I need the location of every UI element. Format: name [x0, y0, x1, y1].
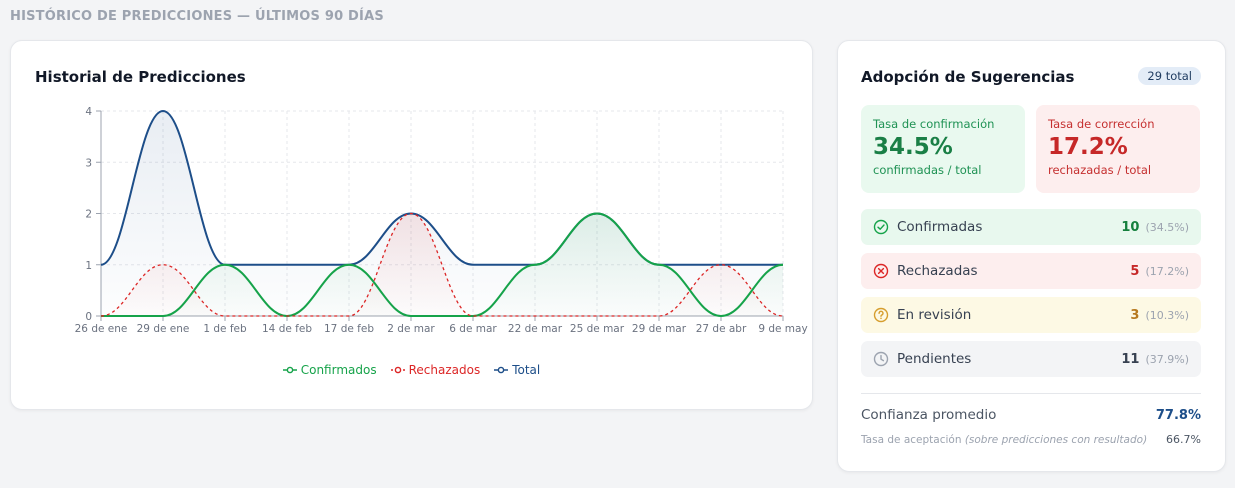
correction-rate-value: 17.2%	[1048, 134, 1128, 160]
stat-label-review: En revisión	[897, 307, 972, 323]
stat-count-rejected: 5	[1130, 263, 1140, 279]
stat-label-confirmed: Confirmadas	[897, 219, 983, 235]
correction-rate-sub: rechazadas / total	[1048, 163, 1152, 177]
legend-label: Total	[512, 363, 541, 377]
x-tick-label: 9 de may	[758, 323, 807, 335]
confirmation-rate-label: Tasa de confirmación	[873, 117, 995, 131]
x-tick-label: 26 de ene	[75, 323, 128, 335]
stat-count-pending: 11	[1121, 351, 1140, 367]
legend-item-total[interactable]: Total	[494, 363, 540, 377]
y-tick-label: 4	[85, 106, 92, 118]
prediction-history-card: Historial de Predicciones 0 1 2 3 4 26 de ene…	[10, 40, 813, 410]
correction-rate-label: Tasa de corrección	[1048, 117, 1155, 131]
total-badge: 29 total	[1138, 67, 1201, 85]
y-tick-label: 2	[85, 209, 92, 221]
x-tick-label: 6 de mar	[449, 323, 497, 335]
divider	[861, 393, 1201, 394]
adoption-title: Adopción de Sugerencias	[861, 68, 1075, 86]
stat-pct-rejected: (17.2%)	[1145, 264, 1189, 278]
chart-legend: Confirmados Rechazados Total	[11, 363, 812, 377]
x-tick-label: 27 de abr	[696, 323, 747, 335]
stat-label-rejected: Rechazadas	[897, 263, 978, 279]
stat-pct-review: (10.3%)	[1145, 308, 1189, 322]
x-tick-label: 14 de feb	[262, 323, 312, 335]
clock-icon	[873, 351, 889, 367]
legend-label: Confirmados	[300, 363, 377, 377]
avg-confidence-row: Confianza promedio 77.8%	[861, 407, 1201, 423]
stat-pct-confirmed: (34.5%)	[1145, 220, 1189, 234]
confirmation-rate-box: Tasa de confirmación 34.5% confirmadas /…	[861, 105, 1025, 193]
x-tick-label: 22 de mar	[508, 323, 563, 335]
suggestion-adoption-card: Adopción de Sugerencias 29 total Tasa de…	[837, 40, 1226, 472]
stat-pct-pending: (37.9%)	[1145, 352, 1189, 366]
acceptance-rate-label-group: Tasa de aceptación (sobre predicciones c…	[861, 434, 1147, 446]
x-tick-label: 29 de mar	[632, 323, 687, 335]
x-circle-icon	[873, 263, 889, 279]
y-tick-label: 0	[85, 311, 92, 323]
stat-row-review: En revisión 3 (10.3%)	[861, 297, 1201, 333]
x-tick-label: 29 de ene	[137, 323, 190, 335]
x-tick-label: 17 de feb	[324, 323, 374, 335]
legend-marker	[494, 366, 509, 374]
stat-label-pending: Pendientes	[897, 351, 972, 367]
y-tick-label: 1	[85, 260, 92, 272]
help-circle-icon	[873, 307, 889, 323]
acceptance-rate-row: Tasa de aceptación (sobre predicciones c…	[861, 433, 1201, 446]
prediction-history-chart: 0 1 2 3 4 26 de ene 29 de ene 1 de feb 14 de feb…	[75, 106, 808, 335]
acceptance-rate-label: Tasa de aceptación	[861, 433, 962, 446]
legend-marker	[390, 366, 405, 374]
stat-row-rejected: Rechazadas 5 (17.2%)	[861, 253, 1201, 289]
confirmation-rate-sub: confirmadas / total	[873, 163, 982, 177]
x-tick-label: 1 de feb	[203, 323, 247, 335]
avg-confidence-label: Confianza promedio	[861, 407, 997, 423]
legend-item-rechazados[interactable]: Rechazados	[390, 363, 481, 377]
stat-row-confirmed: Confirmadas 10 (34.5%)	[861, 209, 1201, 245]
acceptance-rate-hint: (sobre predicciones con resultado)	[964, 433, 1148, 446]
y-tick-label: 3	[85, 157, 92, 169]
legend-label: Rechazados	[408, 363, 481, 377]
acceptance-rate-value: 66.7%	[1166, 433, 1201, 446]
confirmation-rate-value: 34.5%	[873, 134, 953, 160]
legend-item-confirmados[interactable]: Confirmados	[282, 363, 377, 377]
check-circle-icon	[873, 219, 889, 235]
avg-confidence-value: 77.8%	[1155, 407, 1201, 423]
stat-count-confirmed: 10	[1121, 219, 1140, 235]
page-title: HISTÓRICO DE PREDICCIONES — ÚLTIMOS 90 D…	[10, 9, 384, 24]
stat-count-review: 3	[1130, 307, 1140, 323]
correction-rate-box: Tasa de corrección 17.2% rechazadas / to…	[1036, 105, 1200, 193]
x-tick-label: 2 de mar	[387, 323, 435, 335]
x-tick-label: 25 de mar	[570, 323, 625, 335]
stat-row-pending: Pendientes 11 (37.9%)	[861, 341, 1201, 377]
legend-marker	[282, 366, 297, 374]
